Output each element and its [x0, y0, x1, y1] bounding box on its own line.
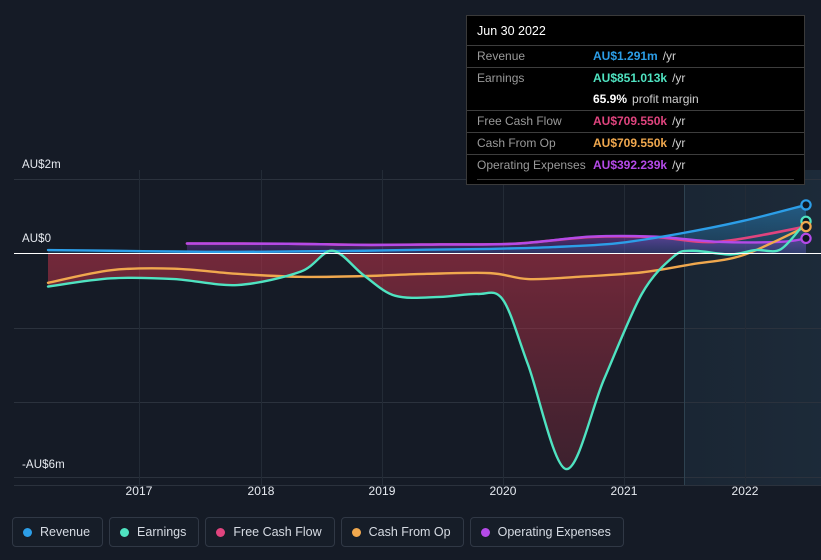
legend-color-dot	[216, 527, 226, 537]
tooltip-row: Revenue AU$1.291m/yr	[467, 45, 804, 67]
legend-label: Operating Expenses	[497, 525, 611, 539]
tooltip-row-label: Operating Expenses	[477, 158, 586, 172]
legend-label: Revenue	[40, 525, 91, 539]
x-axis-tick-2022: 2022	[731, 484, 759, 498]
tooltip-date: Jun 30 2022	[477, 24, 546, 38]
legend-color-dot	[23, 527, 32, 537]
tooltip-row-value: AU$1.291m	[593, 49, 658, 63]
tooltip-rows: Revenue AU$1.291m/yr Earnings AU$851.013k/y…	[467, 45, 804, 176]
legend-label: Cash From Op	[368, 525, 451, 539]
legend-color-dot	[480, 527, 490, 537]
legend-item-free-cash-flow[interactable]: Free Cash Flow	[205, 517, 335, 547]
tooltip-row-suffix: profit margin	[632, 92, 699, 106]
tooltip-row: Free Cash Flow AU$709.550k/yr	[467, 110, 804, 132]
tooltip-row-suffix: /yr	[672, 71, 686, 85]
x-axis-tick-2017: 2017	[125, 484, 153, 498]
legend-item-earnings[interactable]: Earnings	[109, 517, 200, 547]
tooltip-row-label: Earnings	[477, 71, 525, 85]
legend-item-cash-from-op[interactable]: Cash From Op	[340, 517, 464, 547]
chart-legend[interactable]: Revenue Earnings Free Cash Flow Cash From O…	[12, 517, 624, 547]
tooltip-row-label: Revenue	[477, 49, 526, 63]
data-point-tooltip: Jun 30 2022 Revenue AU$1.291m/yr Earnings A…	[466, 15, 805, 185]
legend-color-dot	[120, 527, 130, 537]
tooltip-row: Earnings AU$851.013k/yr	[467, 67, 804, 89]
tooltip-row-label: Cash From Op	[477, 136, 556, 150]
tooltip-bottom-divider	[477, 179, 794, 180]
endpoint-marker-operating-expenses	[800, 232, 812, 245]
tooltip-row: Cash From Op AU$709.550k/yr	[467, 132, 804, 154]
tooltip-row: 65.9% profit margin	[467, 89, 804, 110]
tooltip-row-suffix: /yr	[672, 136, 686, 150]
legend-color-dot	[351, 527, 361, 537]
y-axis-tick-0: AU$2m	[22, 159, 61, 171]
y-axis-tick-1: AU$0	[22, 233, 52, 245]
tooltip-row-suffix: /yr	[662, 49, 677, 63]
tooltip-row-value: 65.9%	[593, 92, 628, 106]
tooltip-row: Operating Expenses AU$392.239k/yr	[467, 154, 804, 176]
x-axis-tick-2021: 2021	[610, 484, 638, 498]
tooltip-row-label: Free Cash Flow	[477, 114, 562, 128]
endpoint-marker-cash-from-op	[800, 220, 812, 233]
x-axis-tick-2018: 2018	[247, 484, 275, 498]
tooltip-row-value: AU$392.239k	[593, 158, 668, 172]
tooltip-row-value: AU$709.550k	[593, 114, 668, 128]
legend-item-operating-expenses[interactable]: Operating Expenses	[469, 517, 624, 547]
legend-item-revenue[interactable]: Revenue	[12, 517, 104, 547]
tooltip-row-value: AU$851.013k	[593, 71, 668, 85]
x-axis-tick-2020: 2020	[489, 484, 517, 498]
tooltip-row-suffix: /yr	[672, 158, 686, 172]
legend-label: Free Cash Flow	[233, 525, 322, 539]
x-axis-tick-2019: 2019	[368, 484, 396, 498]
tooltip-row-value: AU$709.550k	[593, 136, 668, 150]
endpoint-marker-revenue	[800, 199, 812, 211]
series-endpoint-markers	[800, 199, 812, 245]
y-axis-tick-2: -AU$6m	[22, 459, 65, 471]
financial-performance-chart: AU$2m AU$0 -AU$6m 2017 2018 2019 2020 2021 2022…	[0, 0, 821, 560]
tooltip-row-suffix: /yr	[672, 114, 686, 128]
legend-label: Earnings	[137, 525, 187, 539]
